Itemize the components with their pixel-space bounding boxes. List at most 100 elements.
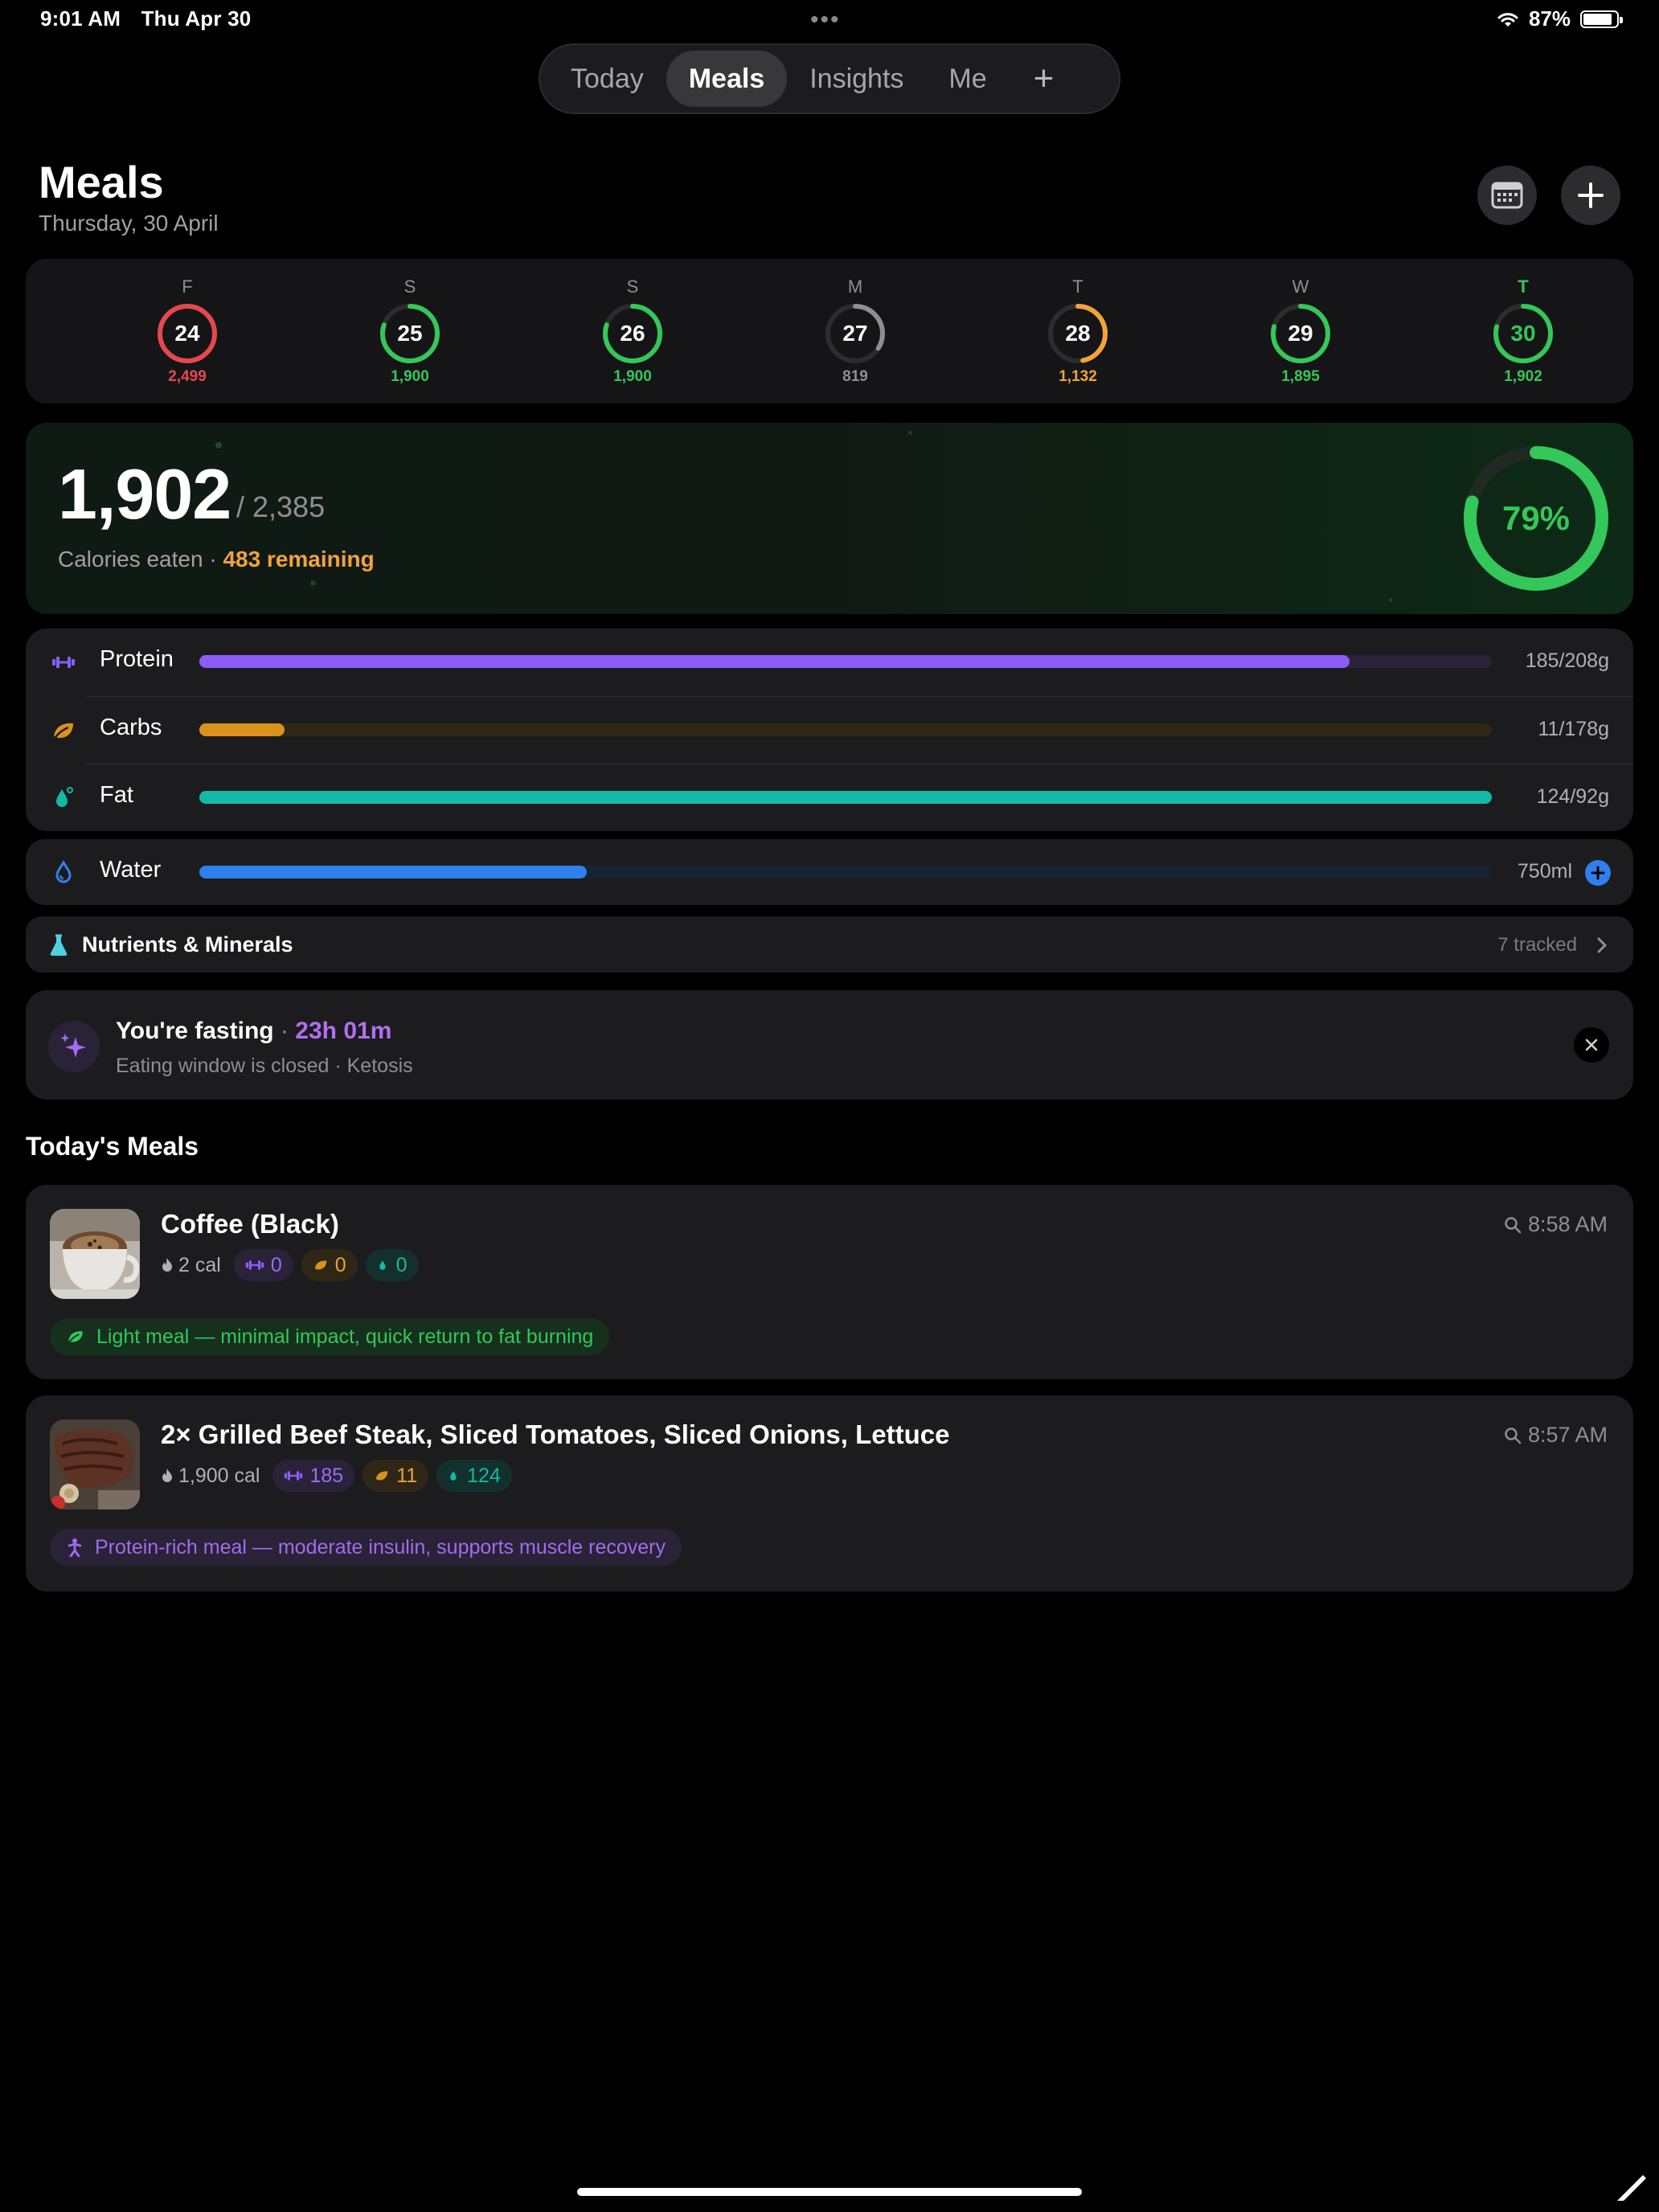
flask-icon [50,934,68,956]
tab-today[interactable]: Today [548,51,666,107]
day-ring: 27 [824,302,887,365]
meal-name: Coffee (Black) [161,1209,339,1239]
meal-insight: Light meal — minimal impact, quick retur… [50,1318,610,1355]
water-drop-icon [55,860,72,883]
meal-insight-text: Protein-rich meal — moderate insulin, su… [95,1535,666,1559]
nutrients-tracked: 7 tracked [1497,934,1577,956]
status-indicators: 87% [1497,6,1623,31]
flame-icon [162,1258,172,1272]
meal-photo [50,1419,140,1509]
plus-icon [1591,866,1605,880]
meal-macros: 2 cal 0 0 0 [161,1249,419,1281]
day-ring: 25 [379,302,441,365]
search-icon [1505,1427,1522,1444]
drop-icon [56,787,73,807]
pencil-icon[interactable] [1616,2167,1651,2202]
calendar-icon [1491,182,1523,209]
macro-row-protein[interactable]: Protein 185/208g [26,629,1633,696]
fasting-dot: · [280,1018,289,1044]
battery-icon [1580,10,1623,28]
macro-fill [199,655,1350,668]
add-meal-button[interactable] [1561,166,1620,225]
dumbbell-icon [245,1260,264,1270]
day-letter: S [626,276,639,297]
macro-row-carbs[interactable]: Carbs 11/178g [26,697,1633,764]
meal-card[interactable]: Coffee (Black) 8:58 AM 2 cal 0 0 0 Light… [26,1185,1633,1379]
day-28[interactable]: T 28 1,132 [1014,259,1142,386]
nutrients-row[interactable]: Nutrients & Minerals 7 tracked [26,916,1633,973]
tab-meals[interactable]: Meals [666,51,788,107]
calories-remaining: 483 remaining [223,547,375,571]
tab-me[interactable]: Me [926,51,1009,107]
macro-label: Protein [100,646,174,672]
carbs-chip: 11 [363,1460,429,1492]
macro-value: 185/208g [1525,649,1609,672]
sparkle-badge [48,1021,100,1072]
add-water-button[interactable] [1585,860,1611,886]
fasting-title: You're fasting [116,1018,274,1044]
meal-calories: 1,900 cal [161,1464,260,1488]
meal-macros: 1,900 cal 185 11 124 [161,1460,512,1492]
meal-insight: Protein-rich meal — moderate insulin, su… [50,1529,682,1566]
calories-card: 1,902 / 2,385 Calories eaten · 483 remai… [26,423,1633,614]
water-value: 750ml [1517,860,1572,883]
tab-insights[interactable]: Insights [787,51,926,107]
calories-eaten-value: 1,902 [58,454,231,534]
figure-icon [68,1538,82,1557]
day-ring: 29 [1269,302,1332,365]
page-subtitle: Thursday, 30 April [39,211,219,236]
chevron-right-icon [1597,937,1608,953]
day-26[interactable]: S 26 1,900 [568,259,697,386]
day-calories: 1,132 [1059,368,1097,385]
calories-caption: Calories eaten · 483 remaining [58,547,375,572]
macro-label: Carbs [100,715,162,740]
water-row[interactable]: Water 750ml [26,839,1633,905]
day-letter: T [1518,276,1529,297]
status-time: 9:01 AM [40,6,121,31]
leaf-icon [68,1331,83,1344]
macro-label: Fat [100,782,133,808]
fat-value: 124 [467,1464,501,1487]
add-tab-button[interactable]: + [1010,51,1079,107]
home-indicator[interactable] [577,2188,1082,2196]
macro-row-fat[interactable]: Fat 124/92g [26,764,1633,832]
day-24[interactable]: F 24 2,499 [123,259,252,386]
calendar-button[interactable] [1477,166,1537,225]
meal-insight-text: Light meal — minimal impact, quick retur… [96,1325,594,1348]
meal-photo [50,1209,140,1299]
day-calories: 1,900 [391,368,429,385]
meal-calories: 2 cal [161,1254,221,1277]
day-calories: 819 [842,368,868,385]
search-icon [1505,1216,1522,1233]
meal-calories-value: 2 cal [178,1253,221,1276]
day-number: 26 [620,321,645,346]
dumbbell-icon [52,657,75,668]
day-25[interactable]: S 25 1,900 [346,259,474,386]
fat-chip: 0 [365,1249,419,1281]
day-letter: M [847,276,863,297]
section-title: Today's Meals [26,1132,199,1161]
day-29[interactable]: W 29 1,895 [1236,259,1365,386]
day-number: 24 [174,321,200,346]
day-calories: 1,902 [1504,368,1542,385]
day-letter: T [1072,276,1083,297]
day-30[interactable]: T 30 1,902 [1459,259,1587,386]
drop-icon [450,1471,457,1481]
day-27[interactable]: M 27 819 [791,259,920,386]
dismiss-fasting-button[interactable] [1574,1027,1609,1063]
page-title: Meals [39,157,164,207]
fat-chip: 124 [436,1460,512,1492]
status-bar: 9:01 AM Thu Apr 30 [40,6,265,31]
meal-time-row: 8:57 AM [1504,1423,1608,1448]
water-card: Water 750ml [26,839,1633,905]
week-strip: F 24 2,499 S 25 1,900 S 26 1,900 M 27 819 T 28 1,132 W 2… [26,259,1633,403]
fat-value: 0 [395,1253,408,1276]
carbs-value: 0 [334,1253,346,1276]
multitasking-dots-icon[interactable]: ••• [810,6,841,34]
meal-card[interactable]: 2× Grilled Beef Steak, Sliced Tomatoes, … [26,1395,1633,1591]
macro-value: 11/178g [1538,718,1609,740]
day-calories: 1,900 [613,368,652,385]
day-calories: 2,499 [168,368,207,385]
day-ring: 30 [1492,302,1555,365]
macro-value: 124/92g [1536,785,1609,808]
